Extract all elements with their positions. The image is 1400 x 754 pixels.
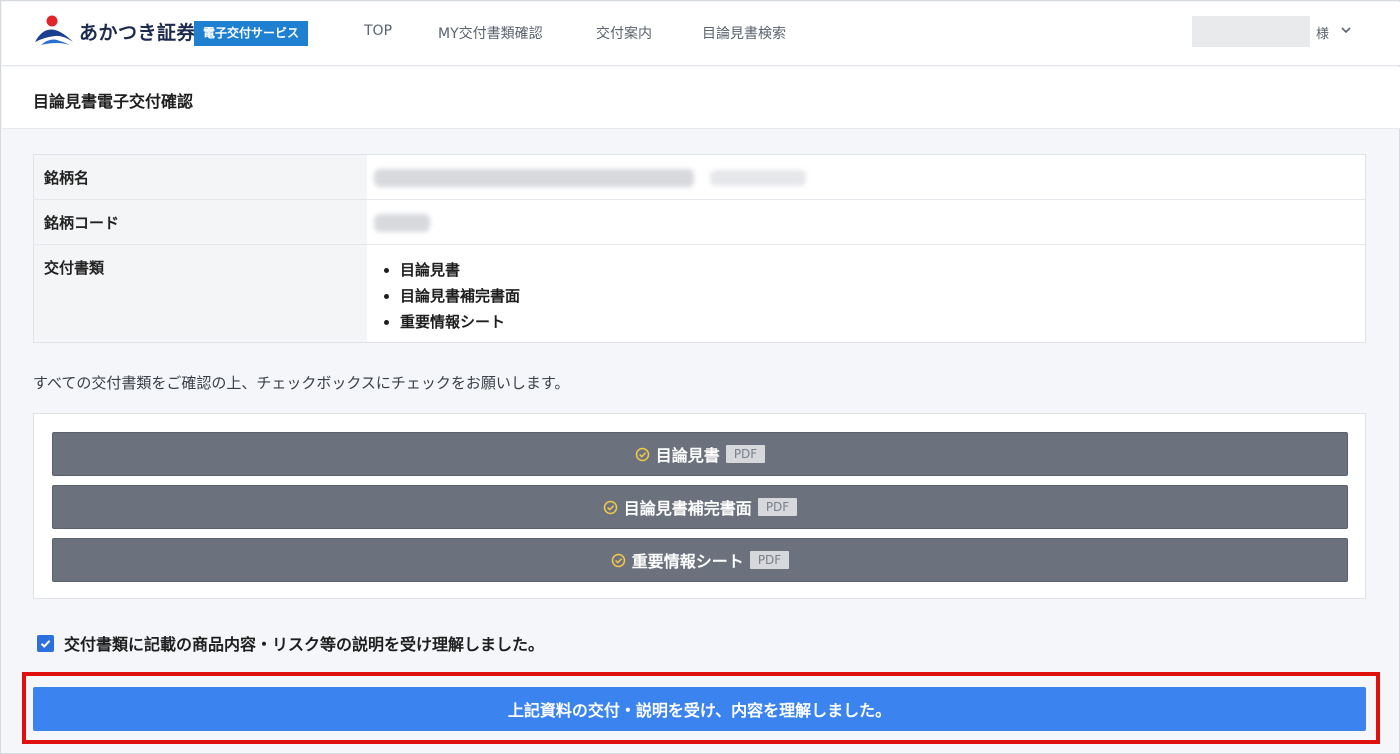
- row-delivery-documents: 交付書類 目論見書 目論見書補完書面 重要情報シート: [34, 245, 1365, 342]
- instruction-text: すべての交付書類をご確認の上、チェックボックスにチェックをお願いします。: [33, 374, 570, 392]
- button-label: 目論見書: [655, 446, 720, 465]
- company-logo-icon: [35, 15, 73, 45]
- chevron-down-icon[interactable]: [1340, 23, 1352, 37]
- page-title: 目論見書電子交付確認: [33, 92, 194, 111]
- button-label: 目論見書補完書面: [623, 499, 752, 518]
- list-item: 目論見書補完書面: [380, 283, 520, 309]
- check-circle-icon: [603, 500, 618, 514]
- top-header: あかつき証券 電子交付サービス TOP MY交付書類確認 交付案内 目論見書検索…: [2, 2, 1400, 66]
- label-delivery-documents: 交付書類: [34, 245, 367, 342]
- security-info-table: 銘柄名 銘柄コード 交付書類 目論見書 目論見書補完書面 重要情報シート: [33, 154, 1366, 343]
- row-security-name: 銘柄名: [34, 155, 1365, 200]
- agreement-row: 交付書類に記載の商品内容・リスク等の説明を受け理解しました。: [37, 631, 544, 655]
- nav-my-documents[interactable]: MY交付書類確認: [438, 23, 543, 43]
- document-list: 目論見書 目論見書補完書面 重要情報シート: [380, 257, 520, 335]
- service-badge: 電子交付サービス: [194, 21, 309, 46]
- document-button-panel: 目論見書 PDF 目論見書補完書面 PDF 重要情報シート PDF: [33, 413, 1366, 599]
- pdf-badge: PDF: [725, 445, 766, 463]
- pdf-badge: PDF: [749, 551, 790, 569]
- nav-delivery-guide[interactable]: 交付案内: [596, 23, 652, 43]
- nav-top[interactable]: TOP: [364, 23, 392, 39]
- open-prospectus-button[interactable]: 目論見書 PDF: [52, 432, 1348, 476]
- brand-name: あかつき証券: [79, 22, 197, 44]
- user-name-redacted[interactable]: [1192, 16, 1310, 47]
- security-subname-redacted: [710, 170, 806, 186]
- list-item: 重要情報シート: [380, 309, 520, 335]
- title-bar: 目論見書電子交付確認: [2, 67, 1400, 129]
- checkmark-icon: [40, 639, 51, 648]
- row-security-code: 銘柄コード: [34, 200, 1365, 245]
- confirm-understanding-button[interactable]: 上記資料の交付・説明を受け、内容を理解しました。: [33, 687, 1366, 731]
- label-security-name: 銘柄名: [34, 155, 367, 199]
- agreement-label[interactable]: 交付書類に記載の商品内容・リスク等の説明を受け理解しました。: [64, 631, 544, 655]
- check-circle-icon: [635, 447, 650, 461]
- check-circle-icon: [611, 553, 626, 567]
- open-key-info-sheet-button[interactable]: 重要情報シート PDF: [52, 538, 1348, 582]
- security-code-redacted: [374, 214, 430, 232]
- button-label: 重要情報シート: [631, 552, 744, 571]
- nav-prospectus-search[interactable]: 目論見書検索: [702, 23, 786, 43]
- list-item: 目論見書: [380, 257, 520, 283]
- page-frame: あかつき証券 電子交付サービス TOP MY交付書類確認 交付案内 目論見書検索…: [0, 0, 1400, 754]
- label-security-code: 銘柄コード: [34, 200, 367, 244]
- open-supplement-button[interactable]: 目論見書補完書面 PDF: [52, 485, 1348, 529]
- user-honorific: 様: [1316, 27, 1330, 42]
- pdf-badge: PDF: [757, 498, 798, 516]
- agreement-checkbox[interactable]: [37, 634, 54, 652]
- security-name-redacted: [374, 169, 694, 187]
